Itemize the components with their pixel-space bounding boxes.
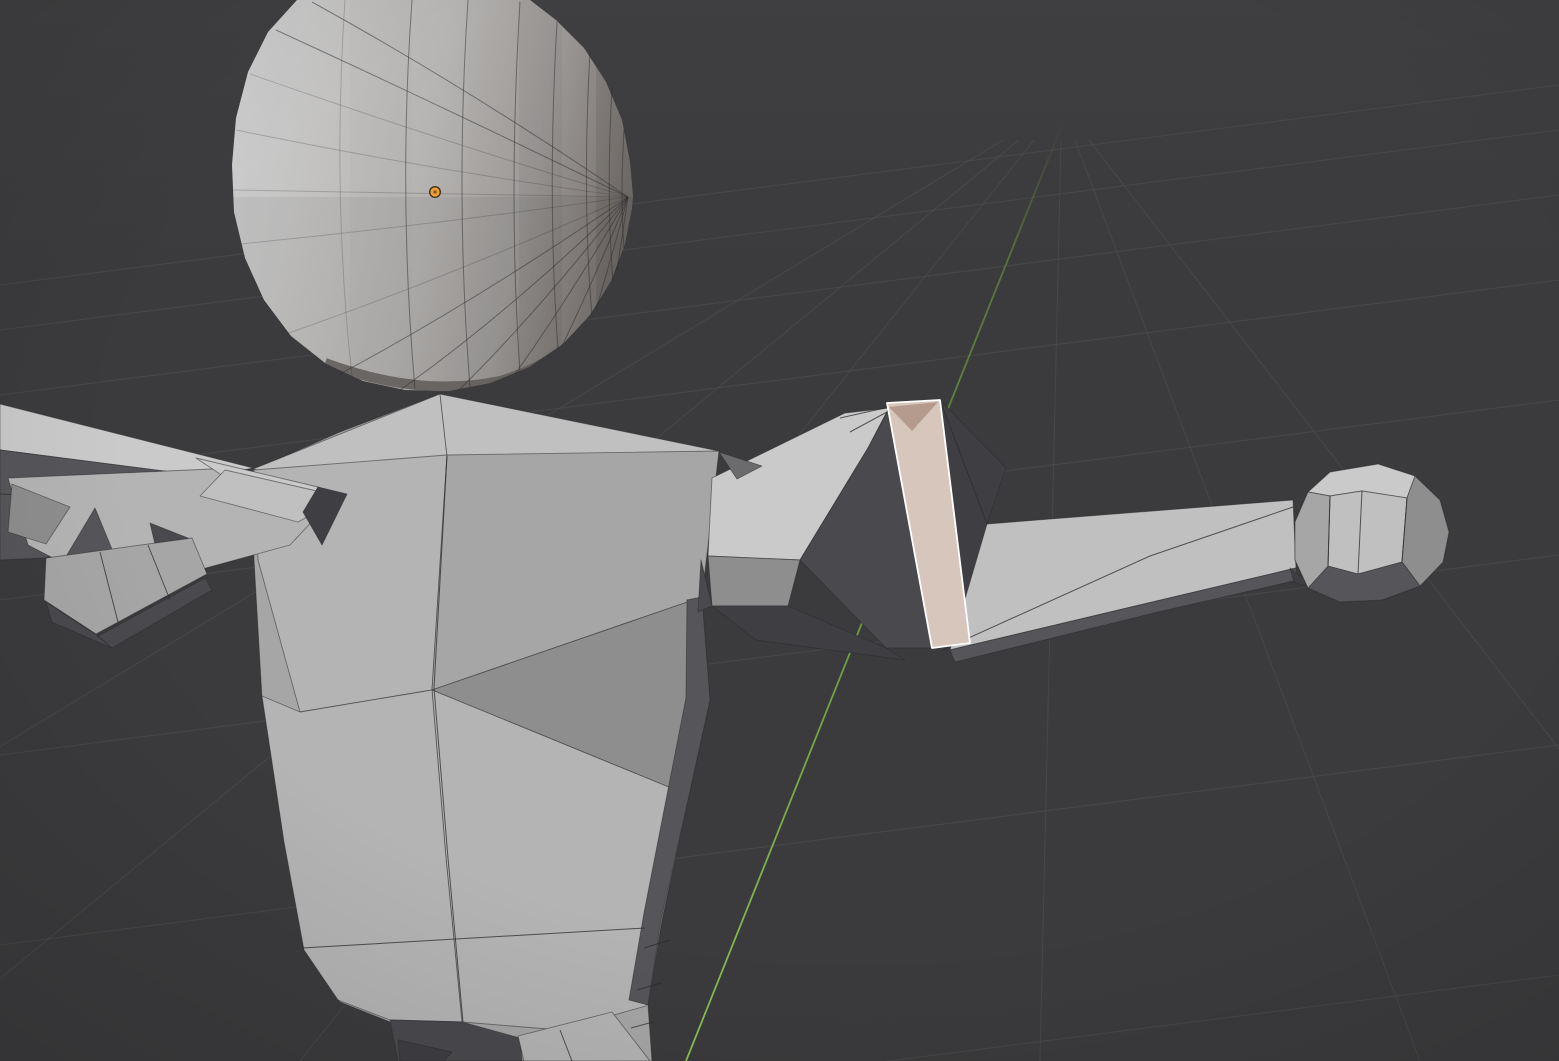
origin-dot-core bbox=[433, 190, 436, 193]
viewport[interactable] bbox=[0, 0, 1559, 1061]
origin-marker bbox=[429, 186, 441, 198]
upper-arm-mid-face[interactable] bbox=[708, 556, 800, 606]
hand-ball-front-face[interactable] bbox=[1328, 491, 1407, 574]
viewport-canvas[interactable] bbox=[0, 0, 1559, 1061]
